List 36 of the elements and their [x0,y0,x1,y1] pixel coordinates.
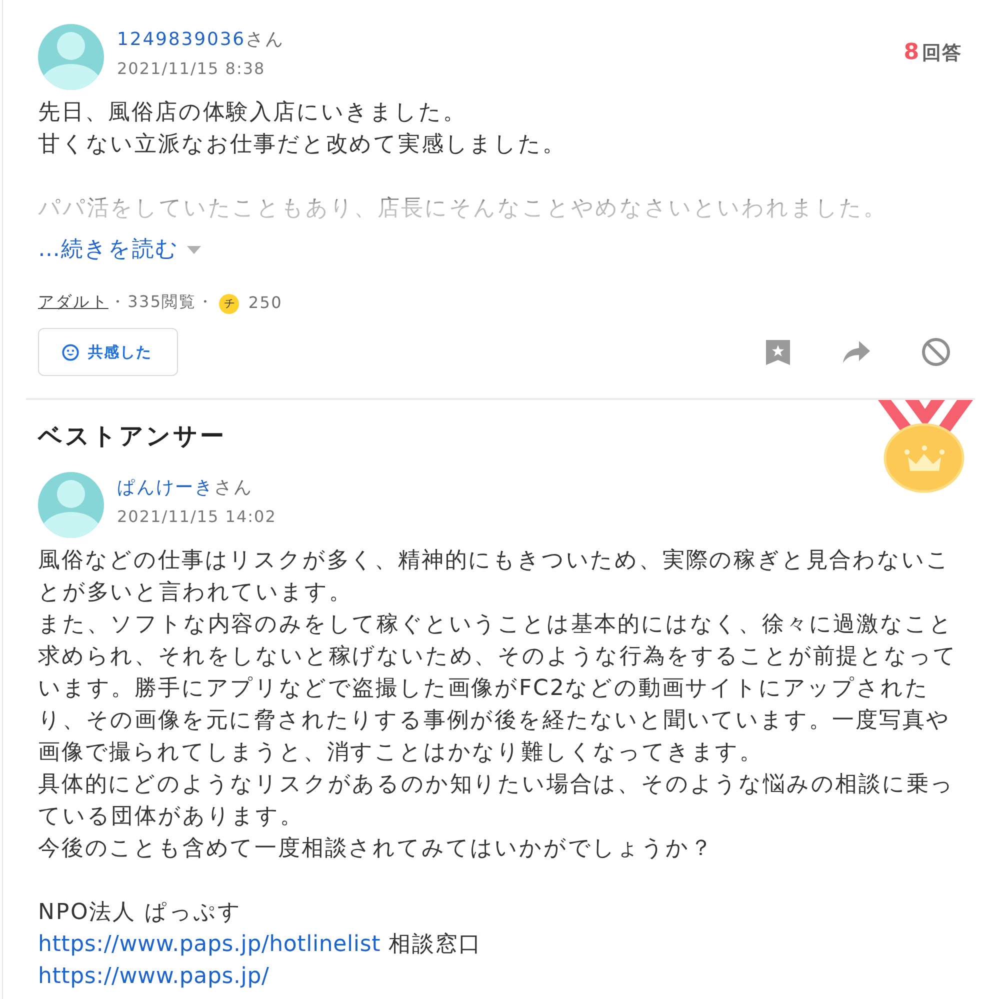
coin-icon: チ [219,294,240,314]
name-suffix: さん [214,477,253,498]
caret-icon [187,246,201,254]
answer-text: また、ソフトな内容のみをして稼ぐということは基本的にはなく、徐々に過激なこと求められ、それをしないと稼げないため、そのような行為をすることが前提となっています。勝手にアプリなどで盗撮した画像がFC2などの動画サイトにアップされたり、その画像を元に脅されたりする事例が後を経たないと聞いています。一度写真や画像で撮られてしまうと、消すことはかなり難しくなってきます。 [38,611,958,767]
url-link[interactable]: https://www.paps.jp/hotlinelist [38,932,381,957]
separator: ・ [109,292,127,312]
medal-icon [878,400,974,494]
avatar-icon [38,24,104,90]
link-note: 相談窓口 [388,932,482,957]
post-date: 2021/11/15 8:38 [117,58,266,80]
answer-count: 8 [904,40,919,65]
answer-count-label: 回答 [922,42,962,64]
user-name-link[interactable]: ぱんけーき [117,477,214,498]
smiley-icon [62,344,79,360]
post-date: 2021/11/15 14:02 [117,506,276,528]
answer-text: NPO法人 ぱっぷす [38,899,244,927]
coin-amount: 250 [248,292,282,312]
read-more-link[interactable]: …続きを読む [38,233,201,265]
separator: ・ [197,292,214,312]
avatar-icon [38,472,104,538]
name-suffix: さん [246,29,284,50]
bookmark-icon[interactable] [765,340,791,364]
question-text: 先日、風俗店の体験入店にいきました。 [38,99,468,127]
block-icon[interactable] [922,338,950,366]
answer-text: 風俗などの仕事はリスクが多く、精神的にもきついため、実際の稼ぎと見合わないことが多いと言われています。 [38,547,952,607]
answer-text: 具体的にどのようなリスクがあるのか知りたい場合は、そのような悩みの相談に乗っている団体があります。 [38,771,956,831]
category-link[interactable]: アダルト [38,292,108,312]
answer-text: 今後のことも含めて一度相談されてみてはいかがでしょうか？ [38,835,714,863]
question-text: パパ活をしていたこともあり、店長にそんなことやめなさいといわれました。 [38,195,888,223]
best-answer-heading: ベストアンサー [38,421,226,452]
question-text: 甘くない立派なお仕事だと改めて実感しました。 [38,131,567,159]
share-icon[interactable] [843,341,870,363]
url-link[interactable]: https://www.paps.jp/ [38,964,270,989]
empathy-button[interactable]: 共感した [38,328,178,376]
user-name-link[interactable]: 1249839036 [117,29,246,50]
view-count: 335閲覧 [128,292,196,312]
